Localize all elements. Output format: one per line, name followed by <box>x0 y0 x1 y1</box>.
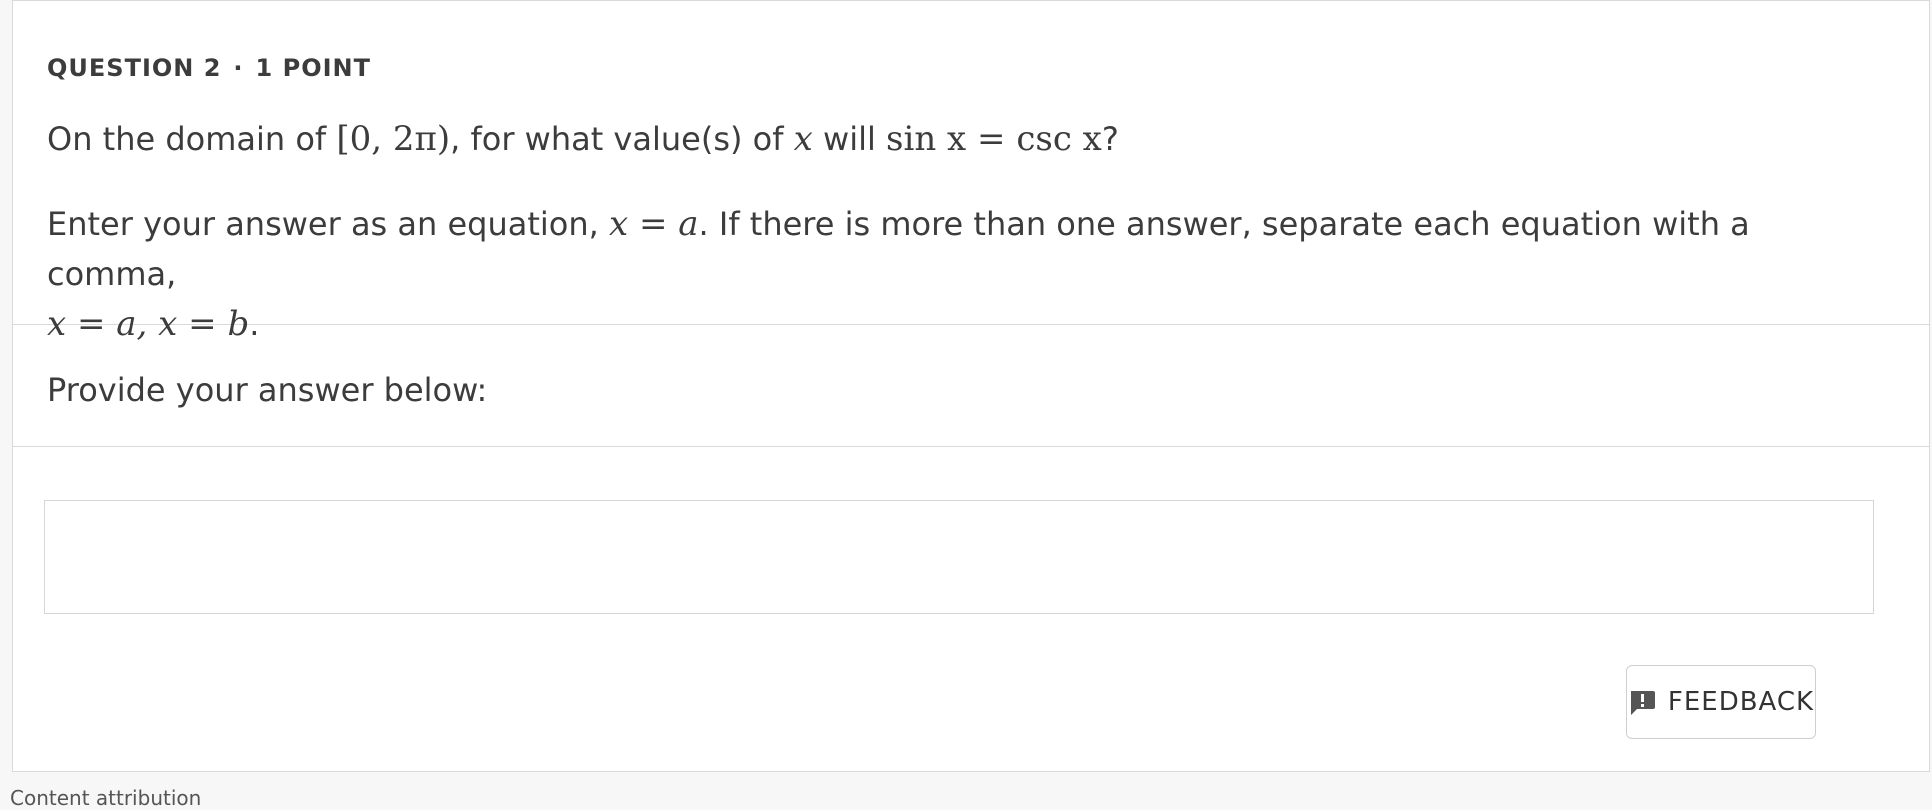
variable-x: x <box>793 119 813 159</box>
domain-math: [0, 2π) <box>336 119 451 159</box>
question-points: 1 POINT <box>255 54 371 82</box>
meta-separator: · <box>233 54 244 82</box>
question-text: On the domain of [0, 2π), for what value… <box>47 119 1119 159</box>
feedback-label: FEEDBACK <box>1667 687 1815 717</box>
instruction-prefix: Enter your answer as an equation, <box>47 205 609 243</box>
question-header: QUESTION 2 · 1 POINT On the domain of [0… <box>13 1 1929 344</box>
content-attribution-link[interactable]: Content attribution <box>10 786 201 810</box>
question-text-mid: , for what value(s) of <box>450 120 794 158</box>
question-text-prefix: On the domain of <box>47 120 337 158</box>
question-text-will: will <box>812 120 887 158</box>
question-meta: QUESTION 2 · 1 POINT <box>47 51 1895 85</box>
question-number: QUESTION 2 <box>47 54 222 82</box>
feedback-icon <box>1628 688 1656 716</box>
question-card: QUESTION 2 · 1 POINT On the domain of [0… <box>12 0 1930 772</box>
equation-math: sin x = csc x <box>886 119 1102 159</box>
instruction-eq1: x = a <box>608 204 699 244</box>
feedback-button[interactable]: FEEDBACK <box>1626 665 1816 739</box>
answer-prompt: Provide your answer below: <box>47 371 488 409</box>
question-text-end: ? <box>1101 120 1119 158</box>
answer-input[interactable] <box>44 500 1874 614</box>
answer-prompt-row: Provide your answer below: <box>13 325 1929 447</box>
